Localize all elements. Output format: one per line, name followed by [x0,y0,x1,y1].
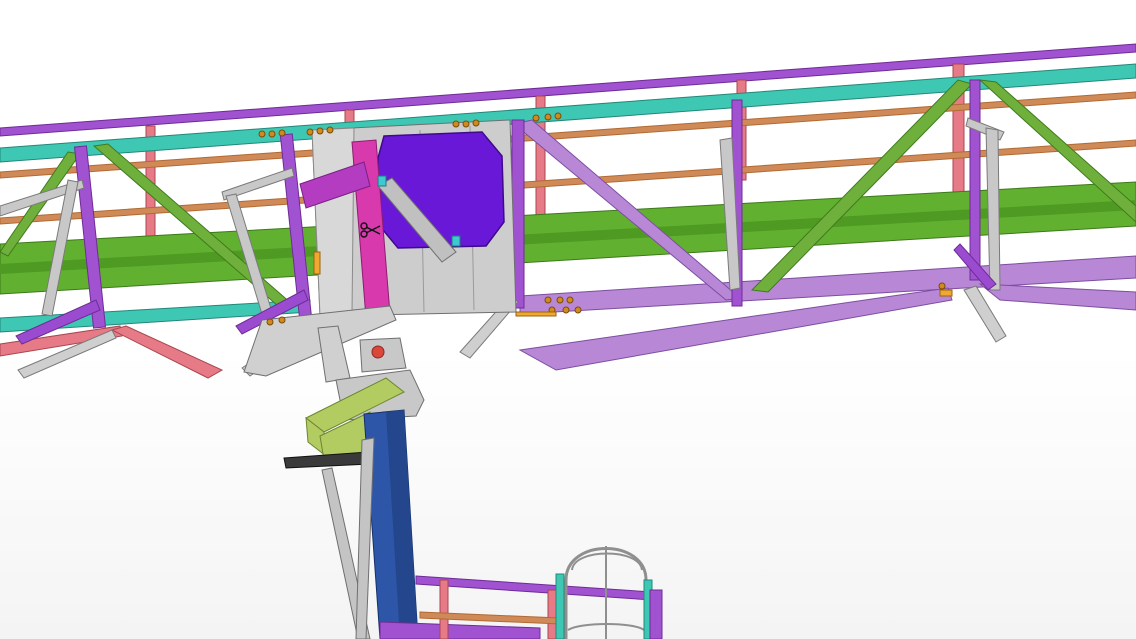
platform-side-rail[interactable] [649,589,663,639]
lower-platform[interactable] [379,575,653,639]
model-viewport[interactable] [0,0,1136,639]
structure-render[interactable] [0,0,1136,639]
ladder-stringers[interactable] [321,437,375,639]
scissors-cursor-icon [360,222,382,238]
lilac-lower-chord[interactable] [518,255,1136,371]
stringer-teal-top[interactable] [0,63,1136,163]
